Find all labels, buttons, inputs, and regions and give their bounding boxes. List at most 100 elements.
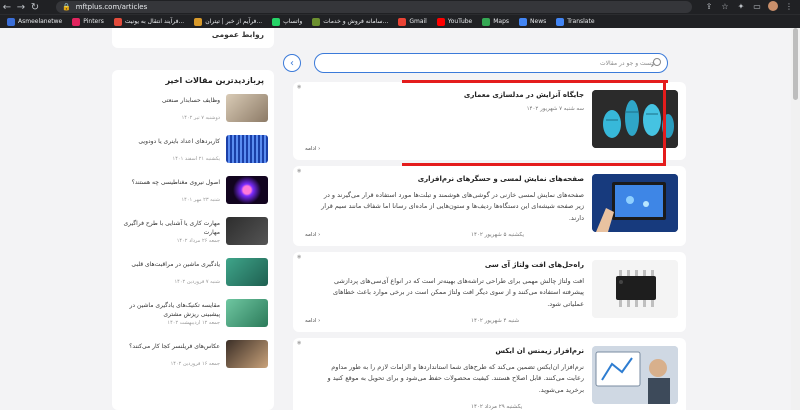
article-image[interactable]	[592, 90, 678, 148]
read-more-link[interactable]: ادامه ›	[305, 146, 320, 152]
article-image[interactable]	[592, 174, 678, 232]
views-icon: ◉	[297, 84, 302, 90]
bookmark-favicon-icon	[556, 17, 565, 26]
reload-icon[interactable]: ↻	[28, 0, 42, 14]
sidebar-article-date: دوشنبه ۷ تیر ۱۴۰۲	[181, 115, 220, 121]
url-text: mftplus.com/articles	[75, 3, 148, 11]
read-more-link[interactable]: ادامه ›	[305, 232, 320, 238]
search-input[interactable]	[335, 57, 655, 69]
scrollbar[interactable]	[791, 28, 800, 410]
bookmark-favicon-icon	[113, 17, 122, 26]
lock-icon: 🔒	[62, 3, 71, 11]
article-thumbnail[interactable]	[226, 176, 268, 204]
sidebar-article-date: شنبه ۲۳ مهر ۱۴۰۱	[181, 197, 220, 203]
bookmark-label: YouTube	[447, 18, 473, 25]
article-image[interactable]	[592, 260, 678, 318]
sidebar-article-item[interactable]: وظایف حسابدار صنعتی دوشنبه ۷ تیر ۱۴۰۲	[118, 94, 268, 128]
sidebar-article-title[interactable]: یادگیری ماشین در مراقبت‌های قلبی	[120, 260, 220, 269]
article-thumbnail[interactable]	[226, 299, 268, 327]
sidebar-article-item[interactable]: مهارت کاری یا آشنایی با طرح فراگیری مهار…	[118, 217, 268, 251]
sidebar-article-title[interactable]: وظایف حسابدار صنعتی	[120, 96, 220, 105]
article-thumbnail[interactable]	[226, 135, 268, 163]
sidebar-article-title[interactable]: کاربردهای اعداد باینری یا دودویی	[120, 137, 220, 146]
bookmark-item[interactable]: Asmeelanetwe	[4, 17, 65, 26]
chevron-left-icon[interactable]: ‹	[283, 54, 301, 72]
sidebar-article-item[interactable]: یادگیری ماشین در مراقبت‌های قلبی شنبه ۷ ف…	[118, 258, 268, 292]
bookmark-item[interactable]: فرآیند انتقال به یونیت...	[111, 17, 187, 26]
article-card[interactable]: ◉ نرم‌افزار زیمنس ان ایکس نرم‌افزار ان‌ایک…	[293, 338, 686, 410]
menu-icon[interactable]: ⋮	[784, 2, 794, 11]
bookmark-favicon-icon	[482, 17, 491, 26]
bookmark-item[interactable]: YouTube	[434, 17, 475, 26]
sidebar-article-item[interactable]: مقایسه تکنیک‌های یادگیری ماشین در پیشبین…	[118, 299, 268, 333]
article-date: شنبه ۴ شهریور ۱۴۰۲	[471, 318, 520, 324]
views-icon: ◉	[297, 254, 302, 260]
bookmark-favicon-icon	[519, 17, 528, 26]
sidebar-article-date: شنبه ۷ فروردین ۱۴۰۲	[174, 279, 220, 285]
article-title[interactable]: جایگاه آنزایش در مدلسازی معماری	[464, 91, 584, 99]
article-title[interactable]: صفحه‌های نمایش لمسی و حسگرهای نرم‌افزاری	[418, 175, 584, 183]
sidebar-article-title[interactable]: عکاس‌های فریلنسر کجا کار می‌کنند؟	[120, 342, 220, 351]
article-thumbnail[interactable]	[226, 94, 268, 122]
extensions-icon[interactable]: ✦	[736, 2, 746, 11]
article-thumbnail[interactable]	[226, 217, 268, 245]
read-more-link[interactable]: ادامه ›	[305, 318, 320, 324]
bookmark-item[interactable]: News	[516, 17, 549, 26]
article-image[interactable]	[592, 346, 678, 404]
bookmark-label: فرآیم از خبر | تیتران...	[205, 18, 263, 25]
search-box[interactable]	[314, 53, 668, 73]
bookmark-favicon-icon	[194, 17, 203, 26]
article-thumbnail[interactable]	[226, 258, 268, 286]
popular-articles-sidebar: پربازدیدترین مقالات اخیر وظایف حسابدار ص…	[112, 70, 274, 410]
article-excerpt: افت ولتاژ چالش مهمی برای طراحی تراشه‌های…	[333, 277, 584, 308]
avatar[interactable]	[768, 1, 778, 11]
sidebar-article-date: یکشنبه ۲۱ اسفند ۱۴۰۱	[172, 156, 220, 162]
highlight-annotation	[404, 80, 668, 83]
views-icon: ◉	[297, 340, 302, 346]
article-card[interactable]: ◉ جایگاه آنزایش در مدلسازی معماری سه شنبه …	[293, 82, 686, 160]
forward-icon[interactable]: →	[14, 0, 28, 14]
views-icon: ◉	[297, 168, 302, 174]
article-card[interactable]: ◉ راه‌حل‌های افت ولتاژ آی سی افت ولتاژ چال…	[293, 252, 686, 332]
sidebar-icon[interactable]: ▭	[752, 2, 762, 11]
bookmarks-bar: Asmeelanetwe Pinters فرآیند انتقال به یونی…	[0, 14, 800, 28]
sidebar-article-title[interactable]: اصول نیروی مغناطیسی چه هستند؟	[120, 178, 220, 187]
article-excerpt: نرم‌افزار ان‌ایکس تضمین می‌کند که طرح‌ها…	[327, 363, 584, 394]
bookmark-item[interactable]: Maps	[479, 17, 512, 26]
bookmark-item[interactable]: سامانه فروش و خدمات...	[309, 17, 391, 26]
sidebar-article-item[interactable]: عکاس‌های فریلنسر کجا کار می‌کنند؟ جمعه ۱۶…	[118, 340, 268, 374]
bookmark-favicon-icon	[7, 17, 15, 26]
scrollbar-thumb[interactable]	[793, 28, 798, 100]
bookmark-item[interactable]: Translate	[553, 17, 597, 26]
page-content: روابط عمومی پربازدیدترین مقالات اخیر وظا…	[0, 28, 800, 410]
bookmark-label: Asmeelanetwe	[18, 18, 63, 25]
bookmark-item[interactable]: Gmail	[395, 17, 430, 26]
bookmark-favicon-icon	[72, 17, 81, 26]
bookmark-item[interactable]: Pinters	[69, 17, 107, 26]
bookmark-item[interactable]: واتساپ	[269, 17, 305, 26]
article-date: سه شنبه ۷ شهریور ۱۴۰۲	[526, 106, 584, 112]
bookmark-label: Pinters	[83, 18, 104, 25]
sidebar-article-date: جمعه ۱۲ اردیبهشت ۱۴۰۲	[167, 320, 220, 326]
article-excerpt: صفحه‌های نمایش لمسی خازنی در گوشی‌های هو…	[321, 191, 584, 222]
share-icon[interactable]: ⇪	[704, 2, 714, 11]
bookmark-label: News	[530, 18, 547, 25]
bookmark-favicon-icon	[272, 17, 281, 26]
article-title[interactable]: راه‌حل‌های افت ولتاژ آی سی	[485, 261, 584, 269]
bookmark-favicon-icon	[436, 17, 445, 26]
star-icon[interactable]: ☆	[720, 2, 730, 11]
back-icon[interactable]: ←	[0, 0, 14, 14]
article-date: یکشنبه ۲۹ مرداد ۱۴۰۲	[471, 404, 523, 410]
article-thumbnail[interactable]	[226, 340, 268, 368]
bookmark-label: واتساپ	[283, 18, 303, 25]
address-bar[interactable]: 🔒 mftplus.com/articles	[56, 1, 692, 13]
sidebar-article-title[interactable]: مهارت کاری یا آشنایی با طرح فراگیری مهار…	[120, 219, 220, 237]
sidebar-article-item[interactable]: کاربردهای اعداد باینری یا دودویی یکشنبه ۲…	[118, 135, 268, 169]
sidebar-top-title: روابط عمومی	[211, 30, 264, 39]
sidebar-top-box: روابط عمومی	[112, 28, 274, 48]
sidebar-article-item[interactable]: اصول نیروی مغناطیسی چه هستند؟ شنبه ۲۳ مهر…	[118, 176, 268, 210]
article-card[interactable]: ◉ صفحه‌های نمایش لمسی و حسگرهای نرم‌افزار…	[293, 166, 686, 246]
sidebar-article-title[interactable]: مقایسه تکنیک‌های یادگیری ماشین در پیشبین…	[120, 301, 220, 319]
article-title[interactable]: نرم‌افزار زیمنس ان ایکس	[495, 347, 584, 355]
bookmark-item[interactable]: فرآیم از خبر | تیتران...	[191, 17, 265, 26]
